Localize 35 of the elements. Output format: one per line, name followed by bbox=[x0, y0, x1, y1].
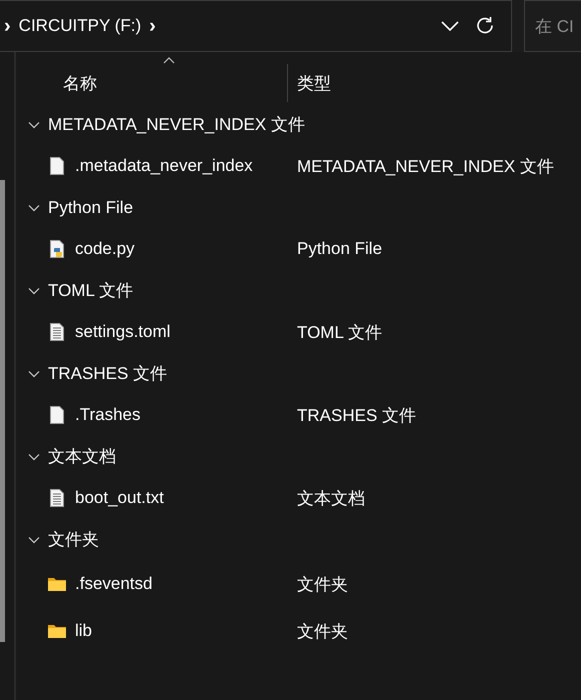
column-header[interactable]: 名称 bbox=[16, 64, 288, 102]
scrollbar-thumb[interactable] bbox=[0, 180, 5, 642]
file-name[interactable]: code.py bbox=[75, 239, 297, 260]
file-name[interactable]: .fseventsd bbox=[75, 574, 297, 594]
file-type: 文件夹 bbox=[297, 574, 348, 596]
text-document-icon bbox=[47, 488, 67, 508]
text-document-icon bbox=[47, 322, 67, 342]
file-name[interactable]: lib bbox=[75, 621, 297, 641]
group-header[interactable]: Python File bbox=[48, 198, 134, 218]
column-header[interactable]: 类型 bbox=[288, 72, 331, 94]
document-icon bbox=[47, 405, 67, 426]
group-header[interactable]: 文件夹 bbox=[48, 528, 99, 552]
group-header[interactable]: TOML 文件 bbox=[48, 279, 134, 302]
file-name[interactable]: settings.toml bbox=[75, 322, 297, 342]
breadcrumb-location[interactable]: CIRCUITPY (F:) bbox=[18, 16, 142, 36]
group-header[interactable]: METADATA_NEVER_INDEX 文件 bbox=[48, 113, 305, 136]
file-type: 文本文档 bbox=[297, 488, 365, 510]
file-type: 文件夹 bbox=[297, 620, 348, 642]
file-type: Python File bbox=[297, 239, 382, 260]
refresh-icon[interactable] bbox=[475, 16, 495, 36]
python-file-icon bbox=[47, 239, 67, 260]
address-bar[interactable]: › CIRCUITPY (F:) › bbox=[0, 0, 512, 52]
file-type: TOML 文件 bbox=[297, 322, 382, 344]
file-type: METADATA_NEVER_INDEX 文件 bbox=[297, 156, 554, 178]
breadcrumb-separator[interactable]: › bbox=[149, 14, 156, 38]
dropdown-icon[interactable] bbox=[441, 21, 459, 31]
document-icon bbox=[47, 156, 67, 176]
file-type: TRASHES 文件 bbox=[297, 404, 416, 427]
search-field[interactable]: 在 CI bbox=[524, 0, 581, 52]
group-header[interactable]: 文本文档 bbox=[48, 445, 116, 468]
file-name[interactable]: .Trashes bbox=[75, 405, 297, 426]
file-name[interactable]: .metadata_never_index bbox=[75, 156, 297, 176]
file-name[interactable]: boot_out.txt bbox=[75, 488, 297, 508]
group-header[interactable]: TRASHES 文件 bbox=[48, 362, 168, 386]
breadcrumb-separator[interactable]: › bbox=[4, 14, 11, 38]
